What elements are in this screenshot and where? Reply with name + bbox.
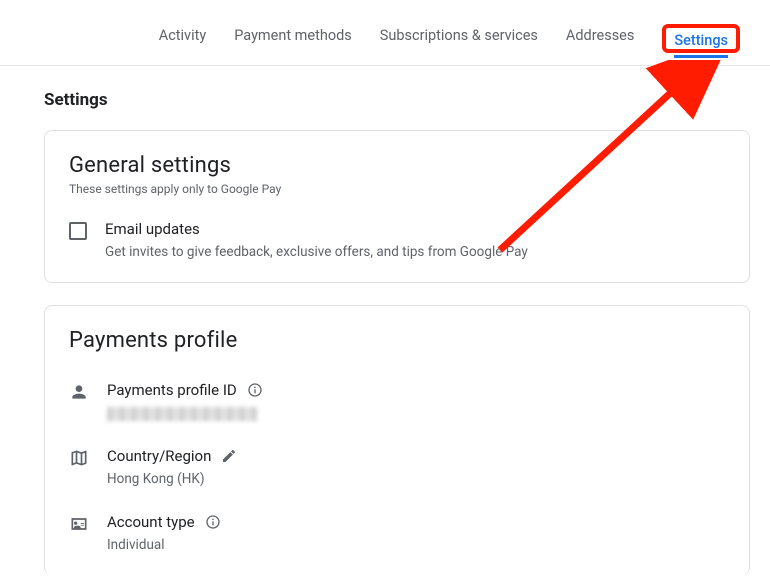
- tab-settings[interactable]: Settings: [674, 32, 728, 58]
- country-region-value: Hong Kong (HK): [107, 471, 725, 487]
- profile-id-row: Payments profile ID: [69, 381, 725, 421]
- tab-subscriptions[interactable]: Subscriptions & services: [380, 27, 538, 50]
- account-type-row: Account type Individual: [69, 513, 725, 553]
- profile-id-label: Payments profile ID: [107, 381, 237, 399]
- email-updates-label: Email updates: [105, 220, 725, 238]
- tab-payment-methods[interactable]: Payment methods: [234, 27, 352, 50]
- country-region-label: Country/Region: [107, 447, 211, 465]
- edit-icon[interactable]: [221, 448, 237, 464]
- map-icon: [69, 448, 89, 468]
- country-region-row: Country/Region Hong Kong (HK): [69, 447, 725, 487]
- tab-activity[interactable]: Activity: [159, 27, 206, 50]
- profile-id-value-redacted: [107, 407, 257, 421]
- email-updates-row: Email updates Get invites to give feedba…: [69, 220, 725, 260]
- person-icon: [69, 382, 89, 402]
- info-icon[interactable]: [205, 514, 221, 530]
- general-settings-sub: These settings apply only to Google Pay: [69, 182, 725, 196]
- info-icon[interactable]: [247, 382, 263, 398]
- email-updates-desc: Get invites to give feedback, exclusive …: [105, 244, 725, 260]
- payments-profile-card: Payments profile Payments profile ID Cou…: [44, 305, 750, 575]
- page-title: Settings: [44, 90, 770, 110]
- general-settings-card: General settings These settings apply on…: [44, 130, 750, 283]
- payments-profile-heading: Payments profile: [69, 328, 725, 353]
- annotation-highlight-box: Settings: [662, 24, 740, 53]
- id-card-icon: [69, 514, 89, 534]
- tab-addresses[interactable]: Addresses: [566, 27, 634, 50]
- top-tabbar: Activity Payment methods Subscriptions &…: [0, 0, 770, 66]
- account-type-value: Individual: [107, 537, 725, 553]
- account-type-label: Account type: [107, 513, 195, 531]
- general-settings-heading: General settings: [69, 153, 725, 178]
- email-updates-checkbox[interactable]: [69, 222, 87, 240]
